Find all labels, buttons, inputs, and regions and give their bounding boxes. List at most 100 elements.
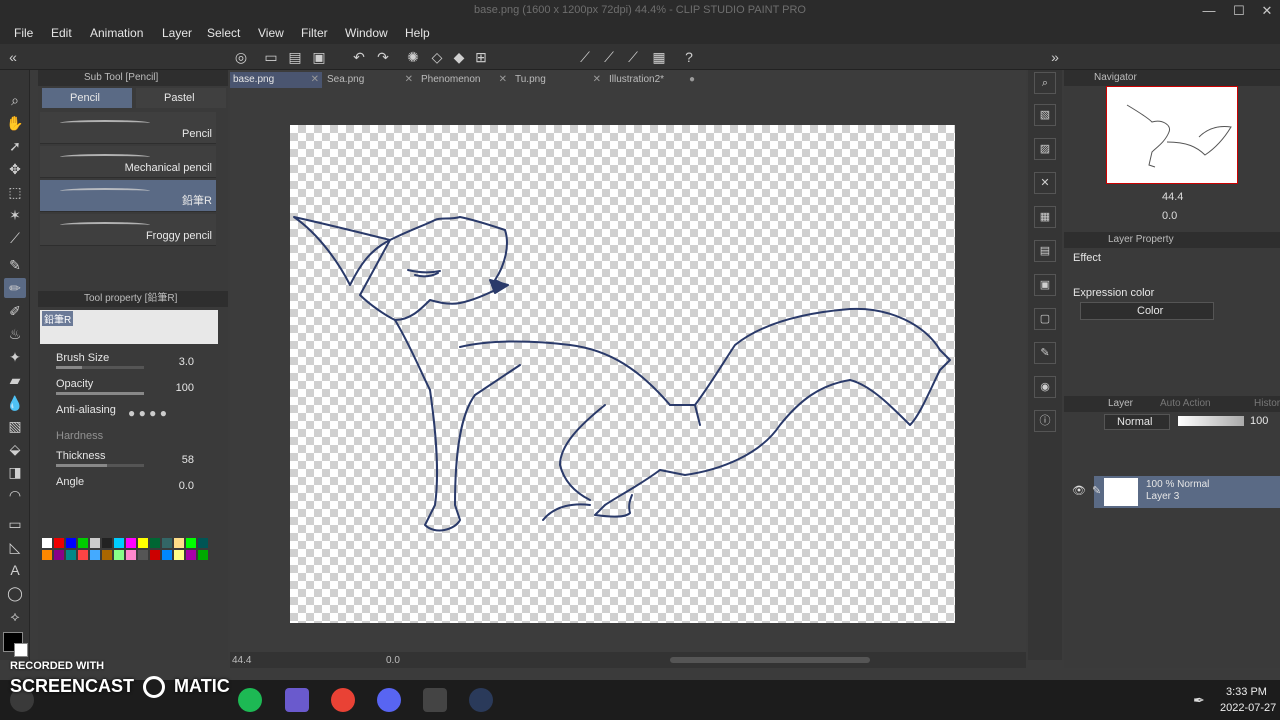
figure-tool-icon[interactable]: ◠ xyxy=(4,485,26,505)
color-swatch[interactable] xyxy=(42,538,52,548)
snap-grid-icon[interactable]: ⟋ xyxy=(624,48,642,66)
doc-tab-sea[interactable]: Sea.png ✕ xyxy=(324,72,416,88)
pen-input-icon[interactable]: ✒ xyxy=(1193,692,1205,709)
close-tab-icon[interactable]: ✕ xyxy=(405,72,413,88)
new-file-icon[interactable]: ▭ xyxy=(262,48,280,66)
frame-icon[interactable]: ▢ xyxy=(1034,308,1056,330)
layer-opacity-value[interactable]: 100 xyxy=(1250,415,1268,427)
drawing-canvas[interactable] xyxy=(290,125,955,623)
menu-help[interactable]: Help xyxy=(405,26,430,40)
unsaved-dot-icon[interactable]: ● xyxy=(689,72,695,88)
collapse-right-icon[interactable]: » xyxy=(1046,48,1064,66)
rotation-readout[interactable]: 0.0 xyxy=(386,655,400,666)
material-icon[interactable]: ▨ xyxy=(1034,138,1056,160)
menu-file[interactable]: File xyxy=(14,26,33,40)
brush-tool-icon[interactable]: ✐ xyxy=(4,301,26,321)
brush-item-r[interactable]: 鉛筆R xyxy=(40,180,216,212)
eraser-icon[interactable]: ▰ xyxy=(4,370,26,390)
menu-window[interactable]: Window xyxy=(345,26,388,40)
pencil-tool-icon[interactable]: ✏ xyxy=(4,278,26,298)
search-icon[interactable]: ⌕ xyxy=(1034,72,1056,94)
color-swatch[interactable] xyxy=(78,550,88,560)
color-swatch[interactable] xyxy=(114,550,124,560)
undo-icon[interactable]: ↶ xyxy=(350,48,368,66)
visibility-eye-icon[interactable]: 👁 xyxy=(1072,484,1086,497)
hand-tool-icon[interactable]: ✋ xyxy=(4,113,26,133)
save-icon[interactable]: ▣ xyxy=(310,48,328,66)
move-tool-icon[interactable]: ✥ xyxy=(4,159,26,179)
brush-item-mechanical[interactable]: Mechanical pencil xyxy=(40,146,216,178)
panel-icon[interactable]: ▣ xyxy=(1034,274,1056,296)
loading-icon[interactable]: ✺ xyxy=(404,48,422,66)
redo-icon[interactable]: ↷ xyxy=(374,48,392,66)
brush-item-pencil[interactable]: Pencil xyxy=(40,112,216,144)
discord-icon[interactable] xyxy=(377,688,401,712)
navigator-zoom-value[interactable]: 44.4 xyxy=(1162,191,1183,203)
navigator-preview[interactable] xyxy=(1106,86,1238,184)
balloon-tool-icon[interactable]: ◯ xyxy=(4,583,26,603)
color-swatch[interactable] xyxy=(90,538,100,548)
menu-view[interactable]: View xyxy=(258,26,284,40)
pen-tool-icon[interactable]: ✎ xyxy=(4,255,26,275)
menu-layer[interactable]: Layer xyxy=(162,26,192,40)
operation-tool-icon[interactable]: ➚ xyxy=(4,136,26,156)
menu-select[interactable]: Select xyxy=(207,26,240,40)
color-swatch[interactable] xyxy=(126,538,136,548)
color-swatch[interactable] xyxy=(66,538,76,548)
blend-mode-select[interactable]: Normal xyxy=(1104,414,1170,430)
color-palette[interactable] xyxy=(40,536,220,666)
chrome-icon[interactable] xyxy=(331,688,355,712)
doc-tab-illustration2[interactable]: Illustration2* ● xyxy=(606,72,698,88)
subtool-tab-pencil[interactable]: Pencil xyxy=(42,88,132,108)
anti-aliasing-options-icon[interactable]: ● ● ● ● xyxy=(128,406,167,420)
menu-animation[interactable]: Animation xyxy=(90,26,143,40)
layer-opacity-slider[interactable] xyxy=(1178,416,1244,426)
ruler-tool-icon[interactable]: ◺ xyxy=(4,537,26,557)
minimize-button[interactable]: — xyxy=(1196,2,1222,20)
clear-icon[interactable]: ◇ xyxy=(428,48,446,66)
correct-line-tool-icon[interactable]: ⟡ xyxy=(4,606,26,626)
color-swatch[interactable] xyxy=(102,550,112,560)
blend-tool-icon[interactable]: 💧 xyxy=(4,393,26,413)
eyedropper-icon[interactable]: ⟋ xyxy=(4,228,26,248)
clip-studio-icon[interactable]: ▦ xyxy=(650,48,668,66)
color-swatch[interactable] xyxy=(150,550,160,560)
angle-slider[interactable]: Angle 0.0 xyxy=(48,474,218,498)
navigator-rotation-value[interactable]: 0.0 xyxy=(1162,210,1177,222)
snap-ruler-icon[interactable]: ⟋ xyxy=(576,48,594,66)
menu-filter[interactable]: Filter xyxy=(301,26,328,40)
gradient-tool-icon[interactable]: ◨ xyxy=(4,462,26,482)
doc-tab-tu[interactable]: Tu.png ✕ xyxy=(512,72,604,88)
info-icon[interactable]: ⓘ xyxy=(1034,410,1056,432)
color-swatch[interactable] xyxy=(78,538,88,548)
color-swatch[interactable] xyxy=(150,538,160,548)
maximize-button[interactable]: ☐ xyxy=(1226,2,1252,20)
edit-icon[interactable]: ✎ xyxy=(1034,342,1056,364)
subtool-tab-pastel[interactable]: Pastel xyxy=(136,88,226,108)
open-file-icon[interactable]: ▤ xyxy=(286,48,304,66)
color-swatch[interactable] xyxy=(174,538,184,548)
close-panel-icon[interactable]: ✕ xyxy=(1034,172,1056,194)
grid-icon[interactable]: ▦ xyxy=(1034,206,1056,228)
fill-tool-icon[interactable]: ▧ xyxy=(4,416,26,436)
layer-row[interactable]: 👁 ✎ 100 % Normal Layer 3 xyxy=(1072,476,1280,508)
zoom-tool-icon[interactable]: ⌕ xyxy=(4,90,26,110)
color-swatch[interactable] xyxy=(54,538,64,548)
color-swatch[interactable] xyxy=(162,538,172,548)
doc-tab-base[interactable]: base.png ✕ xyxy=(230,72,322,88)
anti-aliasing-row[interactable]: Anti-aliasing ● ● ● ● xyxy=(48,402,218,426)
close-tab-icon[interactable]: ✕ xyxy=(311,72,319,88)
thickness-slider[interactable]: Thickness 58 xyxy=(48,448,218,472)
brush-item-froggy[interactable]: Froggy pencil xyxy=(40,214,216,246)
sub-color-swatch[interactable] xyxy=(14,643,28,657)
color-swatch[interactable] xyxy=(186,550,196,560)
color-swatch[interactable] xyxy=(198,550,208,560)
color-swatch[interactable] xyxy=(162,550,172,560)
layer-search-icon[interactable]: ▤ xyxy=(1034,240,1056,262)
color-swatch[interactable] xyxy=(42,550,52,560)
color-swatch[interactable] xyxy=(138,538,148,548)
decoration-tool-icon[interactable]: ✦ xyxy=(4,347,26,367)
spotify-icon[interactable] xyxy=(238,688,262,712)
zoom-readout[interactable]: 44.4 xyxy=(232,655,251,666)
color-swatch[interactable] xyxy=(114,538,124,548)
